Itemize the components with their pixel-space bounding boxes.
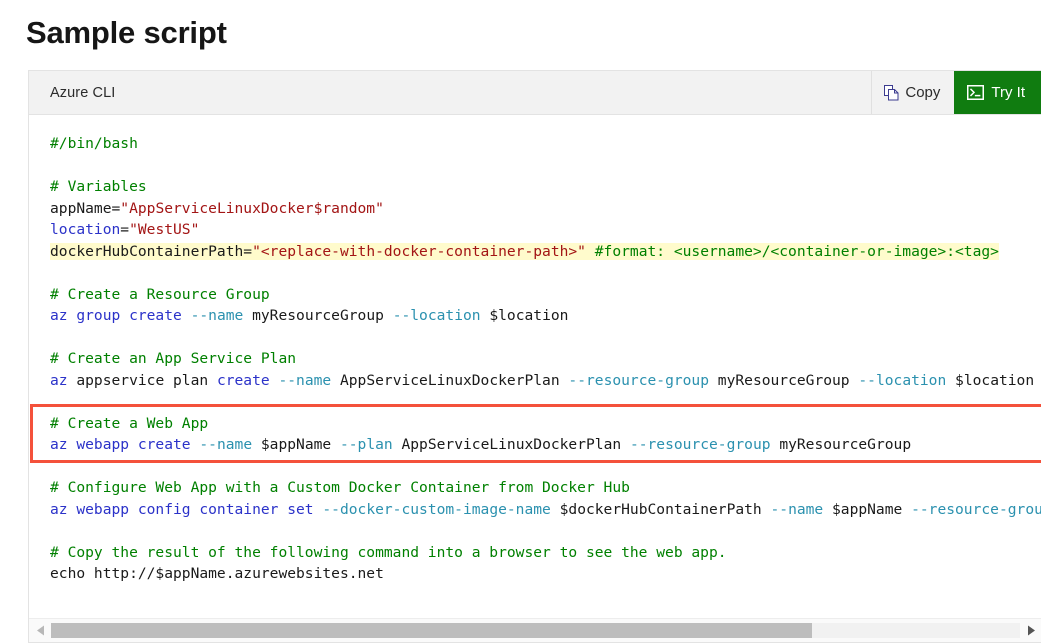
code-line-var-location: location="WestUS" <box>50 221 199 238</box>
page-title: Sample script <box>26 11 227 55</box>
code-block-actions: Copy Try It <box>871 71 1041 114</box>
language-label: Azure CLI <box>50 85 115 101</box>
triangle-left-icon[interactable] <box>29 619 51 643</box>
triangle-right-icon[interactable] <box>1020 619 1041 643</box>
horizontal-scrollbar[interactable] <box>29 618 1041 642</box>
code-line-cmd-group-create: az group create --name myResourceGroup -… <box>50 307 568 324</box>
code-line-cmd-webapp-config-container: az webapp config container set --docker-… <box>50 501 1041 518</box>
code-block-header: Azure CLI Copy <box>29 71 1041 115</box>
code-line-comment-app-service-plan: # Create an App Service Plan <box>50 350 296 367</box>
code-text[interactable]: #/bin/bash # Variables appName="AppServi… <box>29 115 1041 585</box>
code-line-comment-resource-group: # Create a Resource Group <box>50 286 270 303</box>
try-it-button-label: Try It <box>991 84 1025 101</box>
code-line-comment-copy-result: # Copy the result of the following comma… <box>50 544 727 561</box>
code-line-var-dockerpath: dockerHubContainerPath="<replace-with-do… <box>50 243 999 260</box>
scrollbar-thumb[interactable] <box>51 623 812 638</box>
code-line-cmd-echo-url: echo http://$appName.azurewebsites.net <box>50 565 384 582</box>
code-line-comment-configure-docker: # Configure Web App with a Custom Docker… <box>50 479 630 496</box>
code-line-cmd-webapp-create: az webapp create --name $appName --plan … <box>50 436 911 453</box>
code-sample-card: Azure CLI Copy <box>28 70 1041 643</box>
code-line-cmd-appservice-plan-create: az appservice plan create --name AppServ… <box>50 372 1034 389</box>
copy-pages-icon <box>884 85 899 101</box>
code-line-comment-variables: # Variables <box>50 178 147 195</box>
copy-button-label: Copy <box>905 84 940 101</box>
code-line-var-appname: appName="AppServiceLinuxDocker$random" <box>50 200 384 217</box>
code-line-shebang: #/bin/bash <box>50 135 138 152</box>
sample-script-page: Sample script Azure CLI Copy <box>0 0 1041 643</box>
scrollbar-track[interactable] <box>51 623 1020 638</box>
try-it-button[interactable]: Try It <box>954 71 1041 114</box>
copy-button[interactable]: Copy <box>871 71 954 114</box>
code-line-comment-web-app: # Create a Web App <box>50 415 208 432</box>
console-terminal-icon <box>967 85 984 100</box>
code-body[interactable]: #/bin/bash # Variables appName="AppServi… <box>29 115 1041 620</box>
